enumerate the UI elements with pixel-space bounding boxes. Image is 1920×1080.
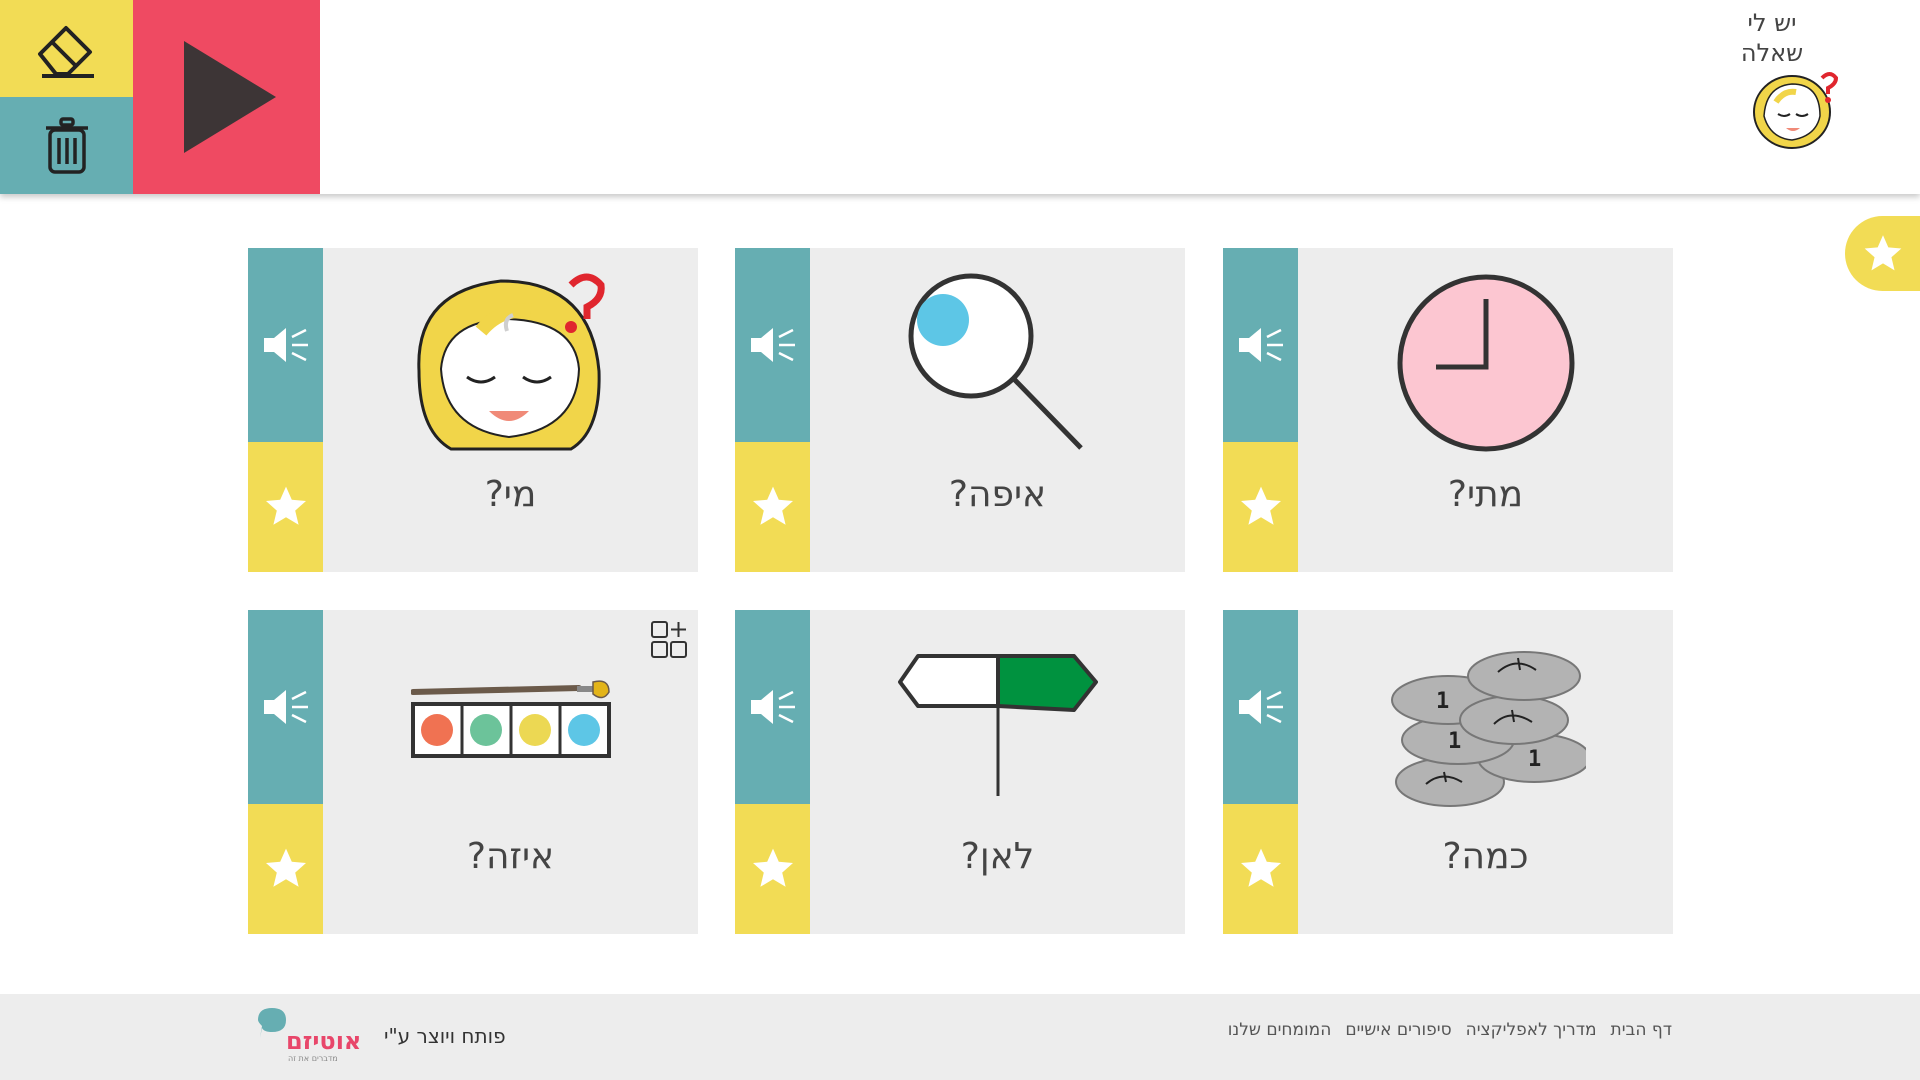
footer-link-app-guide[interactable]: מדריך לאפליקציה — [1466, 1020, 1597, 1040]
svg-text:1: 1 — [1528, 747, 1541, 772]
star-icon — [1864, 234, 1901, 270]
star-icon — [752, 848, 793, 887]
signpost-icon — [897, 654, 1098, 796]
footer-link-personal-stories[interactable]: סיפורים אישיים — [1345, 1020, 1451, 1040]
card-label: איפה? — [948, 474, 1047, 515]
speaker-icon — [750, 690, 795, 724]
paint-palette-image — [323, 630, 698, 820]
favorite-button[interactable] — [1223, 804, 1298, 934]
app-title: יש לי שאלה — [1712, 8, 1832, 68]
logo-tagline: מדברים את זה — [288, 1054, 338, 1063]
girl-face-icon — [416, 273, 605, 450]
footer-link-our-experts[interactable]: המומחים שלנו — [1228, 1020, 1332, 1040]
card-how-many[interactable]: 1 1 1 כמה? — [1223, 610, 1673, 934]
app-title-line2: שאלה — [1740, 39, 1804, 67]
card-label: מי? — [484, 474, 537, 515]
magnifier-image — [810, 268, 1185, 458]
clock-icon — [1397, 274, 1574, 452]
eraser-button[interactable] — [0, 0, 133, 97]
trash-icon — [45, 116, 88, 174]
svg-text:1: 1 — [1436, 689, 1449, 714]
coins-icon: 1 1 1 — [1390, 651, 1586, 807]
credit-text: פותח ויוצר ע"י — [384, 1024, 506, 1048]
speech-bubble-icon — [258, 1008, 286, 1038]
app-title-line1: יש לי — [1747, 9, 1797, 37]
play-icon — [183, 41, 276, 153]
eraser-icon — [37, 25, 94, 78]
autism-logo[interactable]: אוטיזם מדברים את זה — [256, 1006, 370, 1066]
speak-button[interactable] — [248, 248, 323, 442]
coins-image: 1 1 1 — [1298, 630, 1673, 820]
play-button[interactable] — [133, 0, 320, 194]
speak-button[interactable] — [735, 610, 810, 804]
signpost-image — [810, 630, 1185, 820]
clock-image — [1298, 268, 1673, 458]
footer-link-home[interactable]: דף הבית — [1611, 1020, 1672, 1040]
footer: דף הבית מדריך לאפליקציה סיפורים אישיים ה… — [0, 994, 1920, 1080]
speaker-icon — [263, 328, 308, 362]
favorite-button[interactable] — [735, 804, 810, 934]
card-label: מתי? — [1447, 474, 1524, 515]
card-label: כמה? — [1442, 836, 1529, 877]
card-label: לאן? — [960, 836, 1035, 877]
card-when[interactable]: מתי? — [1223, 248, 1673, 572]
star-icon — [265, 486, 306, 525]
speaker-icon — [263, 690, 308, 724]
logo-word: אוטיזם — [286, 1027, 362, 1055]
question-girl-icon — [1753, 72, 1839, 149]
clear-all-button[interactable] — [0, 97, 133, 194]
star-icon — [1240, 848, 1281, 887]
star-icon — [1240, 486, 1281, 525]
top-toolbar: יש לי שאלה — [0, 0, 1920, 194]
favorite-button[interactable] — [1223, 442, 1298, 572]
speak-button[interactable] — [1223, 248, 1298, 442]
speak-button[interactable] — [1223, 610, 1298, 804]
speak-button[interactable] — [735, 248, 810, 442]
favorite-button[interactable] — [248, 442, 323, 572]
favorite-button[interactable] — [248, 804, 323, 934]
speak-button[interactable] — [248, 610, 323, 804]
girl-face-image — [323, 268, 698, 458]
card-who[interactable]: מי? — [248, 248, 698, 572]
favorites-tab[interactable] — [1845, 216, 1920, 291]
svg-text:1: 1 — [1448, 729, 1461, 754]
speaker-icon — [750, 328, 795, 362]
card-label: איזה? — [466, 836, 555, 877]
star-icon — [752, 486, 793, 525]
developer-credit: אוטיזם מדברים את זה פותח ויוצר ע"י — [256, 1006, 506, 1066]
paint-palette-icon — [410, 680, 611, 758]
favorite-button[interactable] — [735, 442, 810, 572]
magnifier-icon — [908, 273, 1083, 450]
speaker-icon — [1238, 328, 1283, 362]
footer-nav: דף הבית מדריך לאפליקציה סיפורים אישיים ה… — [1228, 1020, 1672, 1040]
speaker-icon — [1238, 690, 1283, 724]
star-icon — [265, 848, 306, 887]
card-where-to[interactable]: לאן? — [735, 610, 1185, 934]
card-which[interactable]: איזה? — [248, 610, 698, 934]
card-where[interactable]: איפה? — [735, 248, 1185, 572]
